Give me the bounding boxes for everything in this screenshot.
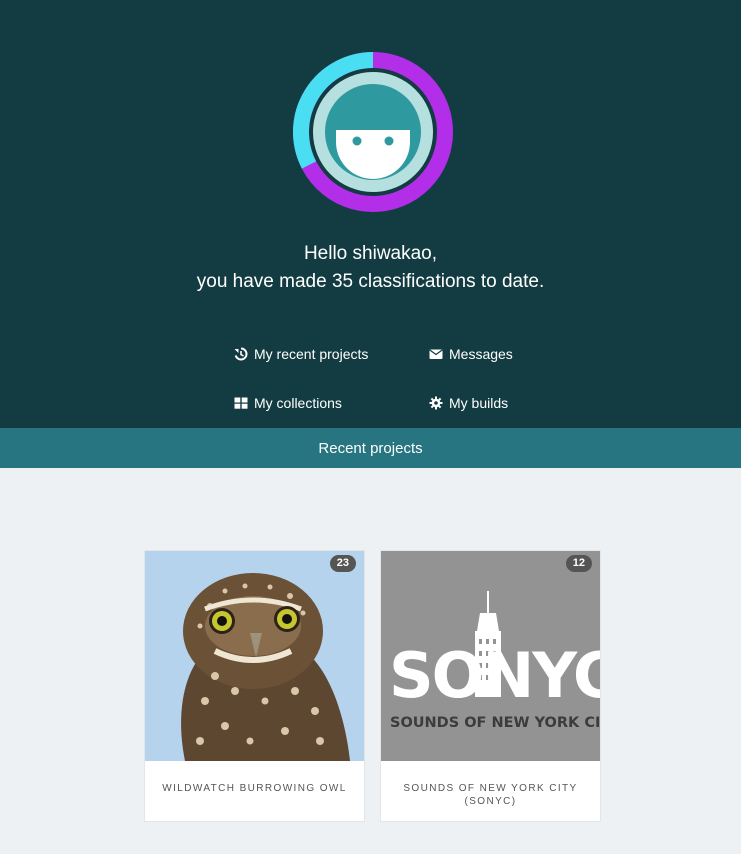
project-title: Sounds of New York City (SONYC) xyxy=(403,783,578,807)
project-title: Wildwatch Burrowing Owl xyxy=(162,783,347,794)
tab-recent-projects-label: Recent projects xyxy=(318,439,423,457)
sonyc-logo-text: SONYC xyxy=(389,639,600,712)
envelope-icon xyxy=(429,347,443,361)
avatar-ring-icon xyxy=(293,52,453,212)
profile-header: Hello shiwakao, you have made 35 classif… xyxy=(0,0,741,428)
owl-photo xyxy=(145,551,364,761)
my-recent-projects-link[interactable]: My recent projects xyxy=(234,346,368,362)
tab-recent-projects[interactable]: Recent projects xyxy=(0,428,741,468)
messages-link[interactable]: Messages xyxy=(429,346,513,362)
history-icon xyxy=(234,347,248,361)
my-collections-link[interactable]: My collections xyxy=(234,395,342,411)
my-collections-label: My collections xyxy=(254,395,342,411)
sonyc-logo: SONYC SOUNDS OF NEW YORK CITY xyxy=(381,551,600,761)
sonyc-logo-subtitle: SOUNDS OF NEW YORK CITY xyxy=(390,715,600,731)
gear-icon xyxy=(429,396,443,410)
user-avatar[interactable] xyxy=(293,52,453,212)
messages-label: Messages xyxy=(449,346,513,362)
my-builds-label: My builds xyxy=(449,395,509,411)
my-recent-projects-label: My recent projects xyxy=(254,346,369,362)
classification-count-badge: 23 xyxy=(329,555,356,572)
greeting-line-2: you have made 35 classifications to date… xyxy=(196,271,545,292)
project-card-sonyc[interactable]: SONYC SOUNDS OF NEW YORK CITY 12 Sounds … xyxy=(380,550,601,822)
greeting: Hello shiwakao, you have made 35 classif… xyxy=(0,240,741,296)
classification-count-badge: 12 xyxy=(565,555,592,572)
my-builds-link[interactable]: My builds xyxy=(429,395,508,411)
greeting-line-1: Hello shiwakao, xyxy=(303,243,438,264)
project-card-burrowing-owl[interactable]: 23 Wildwatch Burrowing Owl xyxy=(144,550,365,822)
grid-icon xyxy=(234,396,248,410)
